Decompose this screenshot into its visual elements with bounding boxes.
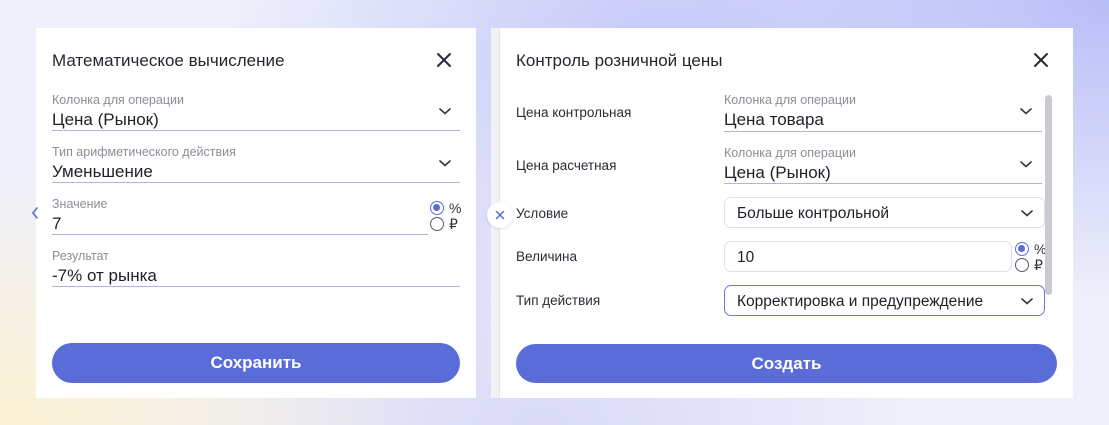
control-price-column-select[interactable]: Колонка для операции Цена товара xyxy=(724,93,1042,132)
unit-label-rub: ₽ xyxy=(1034,257,1043,273)
field-value: Цена (Рынок) xyxy=(52,110,159,129)
collapse-button[interactable] xyxy=(487,202,513,228)
select-value: Больше контрольной xyxy=(737,205,890,222)
condition-select[interactable]: Больше контрольной xyxy=(724,197,1045,228)
field-label: Колонка для операции xyxy=(724,146,856,160)
field-value: Цена (Рынок) xyxy=(724,163,831,182)
input-value: 10 xyxy=(737,249,755,266)
unit-radio-percent[interactable] xyxy=(1015,242,1029,256)
field-value: Цена товара xyxy=(724,110,824,129)
unit-label-rub: ₽ xyxy=(449,216,458,232)
retail-price-control-panel: Контроль розничной цены Цена контрольная… xyxy=(491,28,1073,398)
calculated-price-label: Цена расчетная xyxy=(516,158,617,173)
chevron-down-icon xyxy=(439,160,451,167)
action-type-label: Тип действия xyxy=(516,293,601,308)
unit-radio-percent[interactable] xyxy=(430,201,444,215)
action-type-select[interactable]: Корректировка и предупреждение xyxy=(724,285,1045,316)
math-calculation-panel: Математическое вычисление Колонка для оп… xyxy=(36,28,476,398)
operation-column-select[interactable]: Колонка для операции Цена (Рынок) xyxy=(52,93,460,131)
field-value: Уменьшение xyxy=(52,162,153,181)
panel-title: Математическое вычисление xyxy=(52,51,285,70)
unit-label-percent: % xyxy=(449,200,462,216)
panel-title: Контроль розничной цены xyxy=(516,51,723,70)
unit-radio-rub[interactable] xyxy=(430,217,444,231)
close-icon xyxy=(495,210,505,220)
create-button[interactable]: Создать xyxy=(516,344,1057,383)
chevron-down-icon xyxy=(1020,108,1032,115)
chevron-down-icon xyxy=(1020,161,1032,168)
field-label: Результат xyxy=(52,249,109,263)
select-value: Корректировка и предупреждение xyxy=(737,293,984,310)
chevron-left-icon[interactable] xyxy=(30,206,40,220)
field-value: 7 xyxy=(52,214,62,233)
field-label: Колонка для операции xyxy=(52,93,184,107)
chevron-down-icon xyxy=(1021,210,1033,217)
field-label: Значение xyxy=(52,197,108,211)
unit-radio-rub[interactable] xyxy=(1015,258,1029,272)
value-input[interactable]: Значение 7 xyxy=(52,197,428,235)
field-value: -7% от рынка xyxy=(52,266,157,285)
arithmetic-type-select[interactable]: Тип арифметического действия Уменьшение xyxy=(52,145,460,183)
result-field: Результат -7% от рынка xyxy=(52,249,460,287)
save-button[interactable]: Сохранить xyxy=(52,343,460,383)
amount-input[interactable]: 10 xyxy=(724,241,1012,272)
close-icon[interactable] xyxy=(434,50,454,70)
field-label: Колонка для операции xyxy=(724,93,856,107)
amount-label: Величина xyxy=(516,249,578,264)
chevron-down-icon xyxy=(439,108,451,115)
chevron-down-icon xyxy=(1021,298,1033,305)
calculated-price-column-select[interactable]: Колонка для операции Цена (Рынок) xyxy=(724,146,1042,184)
field-label: Тип арифметического действия xyxy=(52,145,236,159)
control-price-label: Цена контрольная xyxy=(516,105,632,120)
close-icon[interactable] xyxy=(1031,50,1051,70)
condition-label: Условие xyxy=(516,206,569,221)
scrollbar-thumb[interactable] xyxy=(1045,95,1052,295)
